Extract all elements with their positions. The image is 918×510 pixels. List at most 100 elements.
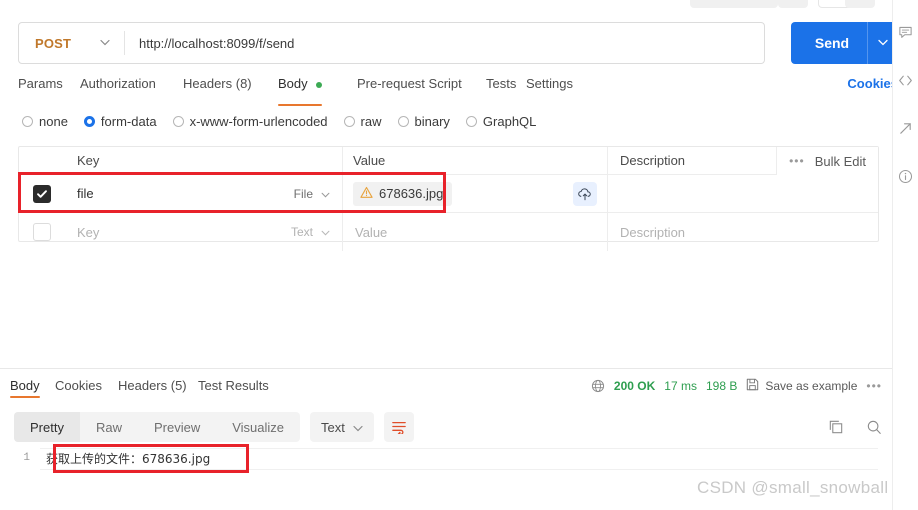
response-tab-test-results-label: Test Results bbox=[198, 378, 269, 393]
save-disk-icon bbox=[746, 378, 759, 394]
tab-headers[interactable]: Headers (8) bbox=[183, 76, 252, 102]
row-key-input[interactable]: file bbox=[77, 186, 294, 201]
tab-body[interactable]: Body bbox=[278, 76, 323, 106]
view-mode-preview[interactable]: Preview bbox=[138, 412, 216, 442]
response-body-line[interactable]: 获取上传的文件：678636.jpg bbox=[40, 448, 878, 470]
response-tab-body-active-underline bbox=[10, 396, 40, 398]
tab-params-label: Params bbox=[18, 76, 63, 91]
copy-icon[interactable] bbox=[828, 419, 844, 435]
response-format-label: Text bbox=[321, 419, 345, 435]
tab-settings[interactable]: Settings bbox=[526, 76, 573, 102]
header-key-cell: Key bbox=[65, 147, 343, 174]
placeholder-value-cell[interactable]: Value bbox=[343, 213, 608, 251]
url-box: POST bbox=[18, 22, 765, 64]
globe-icon bbox=[591, 379, 605, 393]
comment-icon[interactable] bbox=[898, 24, 914, 40]
response-size-label: 198 B bbox=[705, 379, 738, 393]
tab-tests-label: Tests bbox=[486, 76, 517, 91]
radio-urlencoded-indicator bbox=[172, 116, 184, 127]
response-more-options-icon[interactable]: ••• bbox=[866, 379, 882, 393]
radio-urlencoded-label: x-www-form-urlencoded bbox=[189, 114, 328, 129]
response-tab-headers-label: Headers (5) bbox=[118, 378, 187, 393]
radio-raw-label: raw bbox=[360, 114, 382, 129]
tab-tests[interactable]: Tests bbox=[486, 76, 516, 102]
response-view-actions bbox=[828, 412, 882, 442]
header-description-label: Description bbox=[620, 153, 686, 168]
view-mode-visualize[interactable]: Visualize bbox=[216, 412, 300, 442]
warning-triangle-icon bbox=[360, 186, 373, 202]
radio-binary[interactable]: binary bbox=[397, 114, 450, 129]
placeholder-description-cell[interactable]: Description bbox=[608, 213, 878, 251]
top-ghost-element-1 bbox=[690, 0, 778, 8]
file-name-label: 678636.jpg bbox=[379, 186, 444, 201]
cloud-upload-icon[interactable] bbox=[573, 181, 597, 206]
header-value-cell: Value bbox=[343, 147, 608, 174]
bulk-edit-area: ••• Bulk Edit bbox=[776, 147, 878, 175]
placeholder-key-cell: Key Text bbox=[65, 213, 343, 251]
placeholder-row-checkbox[interactable] bbox=[33, 223, 51, 241]
line-number-gutter: 1 bbox=[23, 452, 30, 464]
response-view-mode-group: Pretty Raw Preview Visualize bbox=[14, 412, 301, 442]
tab-params[interactable]: Params bbox=[18, 76, 63, 102]
info-icon[interactable] bbox=[898, 168, 914, 184]
tab-settings-label: Settings bbox=[526, 76, 573, 91]
body-type-radio-group: none form-data x-www-form-urlencoded raw… bbox=[22, 114, 552, 129]
body-modified-dot-icon bbox=[316, 81, 323, 88]
word-wrap-toggle-icon[interactable] bbox=[383, 412, 414, 442]
form-data-table-header: Key Value Description ••• Bulk Edit bbox=[19, 147, 878, 175]
postman-window: POST Send Params Authorization Headers (… bbox=[0, 0, 918, 510]
top-chrome-strip bbox=[0, 0, 918, 12]
search-icon[interactable] bbox=[866, 419, 882, 435]
url-input[interactable] bbox=[125, 23, 764, 63]
response-view-toolbar: Pretty Raw Preview Visualize Text bbox=[14, 412, 414, 442]
save-as-example-button[interactable]: Save as example bbox=[746, 378, 857, 394]
table-row: file File 678636.jpg bbox=[19, 175, 878, 213]
code-icon[interactable] bbox=[898, 72, 914, 88]
radio-graphql[interactable]: GraphQL bbox=[465, 114, 537, 129]
table-row-placeholder: Key Text Value Description bbox=[19, 213, 878, 251]
placeholder-value-input: Value bbox=[355, 224, 388, 240]
right-sidebar bbox=[892, 0, 918, 510]
radio-binary-label: binary bbox=[414, 114, 450, 129]
view-mode-raw[interactable]: Raw bbox=[80, 412, 138, 442]
request-response-divider[interactable] bbox=[0, 368, 892, 369]
radio-none-indicator bbox=[22, 116, 33, 127]
table-more-options-icon[interactable]: ••• bbox=[789, 154, 805, 168]
form-data-table: Key Value Description ••• Bulk Edit file… bbox=[18, 146, 879, 251]
row-checkbox[interactable] bbox=[33, 184, 51, 203]
row-description-cell[interactable] bbox=[608, 175, 878, 212]
response-format-selector[interactable]: Text bbox=[310, 412, 374, 442]
tab-body-active-underline bbox=[278, 104, 323, 106]
radio-form-data[interactable]: form-data bbox=[83, 114, 157, 129]
response-tab-test-results[interactable]: Test Results bbox=[198, 378, 269, 393]
view-mode-pretty[interactable]: Pretty bbox=[14, 412, 80, 442]
top-ghost-element-4 bbox=[845, 0, 875, 8]
row-value-cell: 678636.jpg bbox=[343, 175, 608, 212]
row-key-cell: file File bbox=[65, 175, 343, 212]
bulk-edit-button[interactable]: Bulk Edit bbox=[815, 154, 866, 169]
share-arrow-icon[interactable] bbox=[898, 120, 914, 136]
row-type-selector[interactable]: File bbox=[294, 187, 342, 201]
tab-authorization[interactable]: Authorization bbox=[80, 76, 156, 102]
http-method-selector[interactable]: POST bbox=[19, 23, 124, 63]
file-chip[interactable]: 678636.jpg bbox=[353, 181, 453, 206]
cookies-link[interactable]: Cookies bbox=[847, 76, 898, 91]
row-type-chevron-down-icon bbox=[321, 187, 330, 201]
radio-raw[interactable]: raw bbox=[343, 114, 382, 129]
radio-binary-indicator bbox=[397, 116, 409, 127]
send-button[interactable]: Send bbox=[791, 22, 898, 64]
radio-x-www-form-urlencoded[interactable]: x-www-form-urlencoded bbox=[172, 114, 328, 129]
radio-none[interactable]: none bbox=[22, 114, 68, 129]
response-tab-body[interactable]: Body bbox=[10, 378, 40, 398]
response-tab-cookies[interactable]: Cookies bbox=[55, 378, 102, 393]
placeholder-checkbox-cell bbox=[19, 223, 65, 241]
placeholder-description-input: Description bbox=[620, 224, 686, 240]
placeholder-key-input[interactable]: Key bbox=[77, 225, 291, 240]
response-tab-headers[interactable]: Headers (5) bbox=[118, 378, 187, 393]
tab-pre-request-script[interactable]: Pre-request Script bbox=[357, 76, 462, 102]
radio-graphql-label: GraphQL bbox=[482, 114, 537, 129]
header-value-label: Value bbox=[353, 153, 386, 168]
placeholder-type-selector[interactable]: Text bbox=[291, 225, 342, 239]
status-code-label: 200 OK bbox=[613, 379, 656, 393]
header-key-label: Key bbox=[77, 153, 100, 168]
